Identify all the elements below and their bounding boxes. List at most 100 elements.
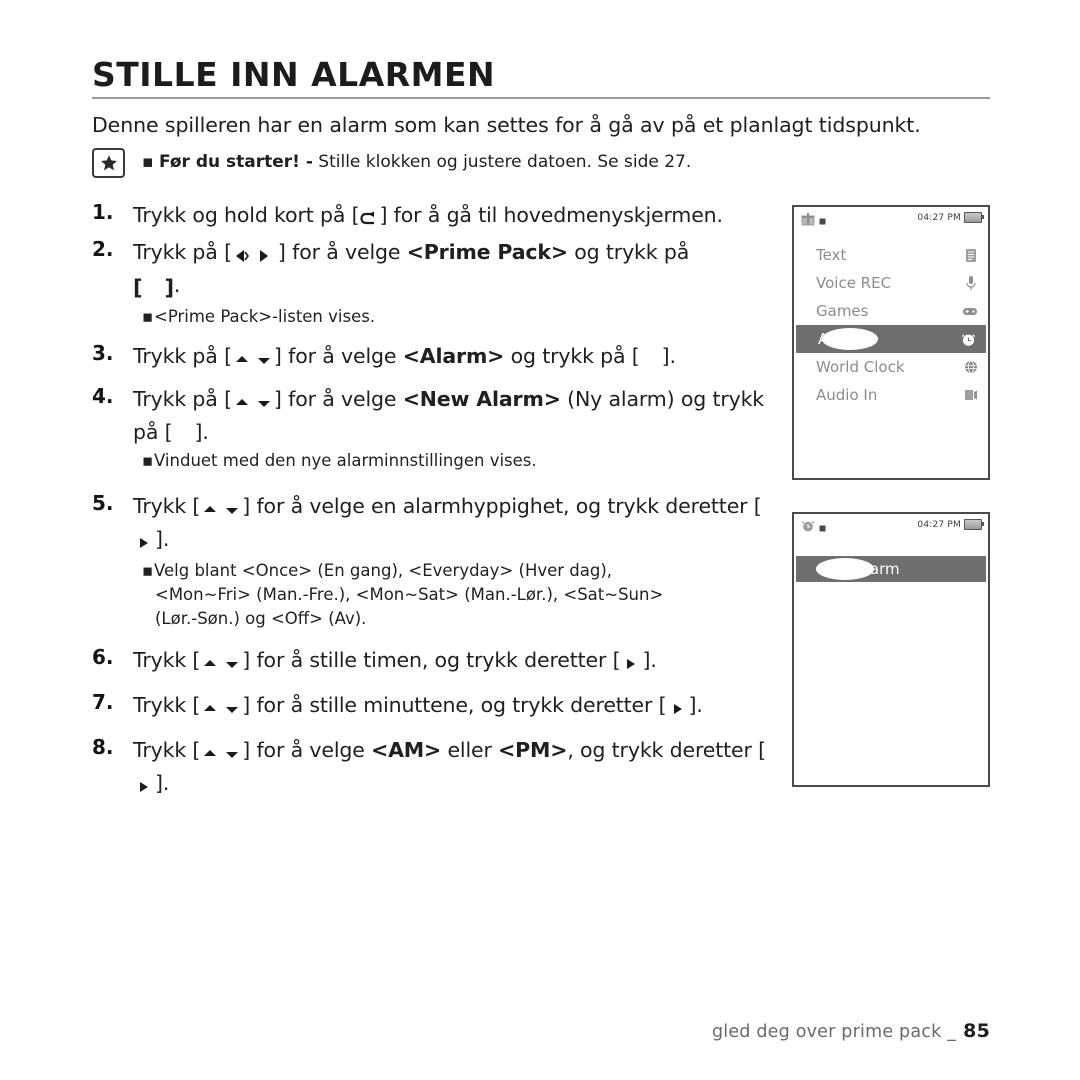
step-7-body: Trykk [ ] for å stille minuttene, og tryk…	[133, 690, 772, 723]
note-rest: Stille klokken og justere datoen. Se sid…	[312, 152, 692, 172]
substep-after-step2: ▪<Prime Pack>-listen vises.	[142, 305, 772, 329]
globe-icon	[960, 360, 978, 374]
prime-pack-icon	[801, 211, 815, 230]
step-4-text-before: Trykk på [	[133, 387, 232, 411]
step-6: 6. Trykk [] for å stille timen, og trykk…	[92, 645, 772, 678]
step-1-number: 1.	[92, 200, 114, 224]
intro-paragraph: Denne spilleren har en alarm som kan set…	[92, 113, 921, 137]
blank-key: []	[133, 276, 174, 300]
step-3-number: 3.	[92, 341, 114, 365]
up-down-icon	[200, 738, 242, 768]
step-8-number: 8.	[92, 735, 114, 759]
menu-item-games[interactable]: Games	[794, 297, 988, 325]
menu-item-audio-in[interactable]: Audio In	[794, 381, 988, 409]
step-1-text-before: Trykk og hold kort på [	[133, 203, 360, 227]
status-time: 04:27 PM	[917, 519, 961, 530]
up-down-icon	[200, 648, 242, 678]
step-5: 5. Trykk [ ] for å velge en alarmhyppighe…	[92, 491, 772, 631]
new-alarm-title-bar: New Alarm	[796, 556, 986, 582]
substep-bullet: ▪	[142, 451, 154, 470]
step-8-body: Trykk [] for å velge <AM> eller <PM>, og…	[133, 735, 772, 801]
substep-bullet: ▪	[142, 307, 154, 326]
step-2-text-before: Trykk på [	[133, 240, 232, 264]
device-screen-new-alarm: 04:27 PM New Alarm	[792, 512, 990, 787]
left-right-icon	[232, 240, 278, 270]
device-screen-menu: 04:27 PM Text Voice REC Games Alarm Worl…	[792, 205, 990, 480]
footer: gled deg over prime pack _ 85	[712, 1020, 990, 1042]
step-2-number: 2.	[92, 237, 114, 261]
note-bullet: ▪	[142, 152, 154, 172]
menu-item-voice-rec[interactable]: Voice REC	[794, 269, 988, 297]
menu-item-label: Voice REC	[816, 274, 892, 292]
title-divider	[92, 97, 990, 99]
step-7-text-before: Trykk [	[133, 693, 201, 717]
note-bold-lead: Før du starter! -	[158, 152, 313, 172]
menu-list: Text Voice REC Games Alarm World Clock A…	[794, 241, 988, 409]
step-6-number: 6.	[92, 645, 114, 669]
step-2: 2. Trykk på [] for å velge <Prime Pack> …	[92, 237, 772, 329]
step-2-body: Trykk på [] for å velge <Prime Pack> og …	[133, 237, 772, 303]
step-8-bold2: <PM>	[498, 738, 568, 762]
menu-item-label: Audio In	[816, 386, 878, 404]
step-1-text-after: ] for å gå til hovedmenyskjermen.	[379, 203, 723, 227]
page-number: 85	[963, 1020, 990, 1042]
menu-item-label: Games	[816, 302, 869, 320]
battery-icon	[964, 519, 984, 530]
step-6-text-before: Trykk [	[133, 648, 201, 672]
step-4-bold: <New Alarm>	[402, 387, 561, 411]
up-down-icon	[232, 387, 274, 417]
step-3: 3. Trykk på [] for å velge <Alarm> og tr…	[92, 341, 772, 374]
step-5-text-before: Trykk [	[133, 494, 201, 518]
right-icon	[133, 527, 155, 557]
menu-item-alarm[interactable]: Alarm	[796, 325, 986, 353]
document-icon	[960, 248, 978, 263]
step-5-text-mid: ] for å velge en alarmhyppighet, og tryk…	[242, 494, 762, 518]
step-3-text-after: og trykk på [	[504, 344, 640, 368]
small-square-icon	[818, 211, 827, 230]
back-arrow-icon	[359, 203, 379, 233]
substep-after-step5-line3: (Lør.-Søn.) og <Off> (Av).	[155, 609, 367, 628]
step-6-text-end: ].	[642, 648, 657, 672]
status-bar: 04:27 PM	[794, 207, 988, 233]
step-3-text-before: Trykk på [	[133, 344, 232, 368]
step-2-bold: <Prime Pack>	[406, 240, 568, 264]
gamepad-icon	[960, 305, 978, 317]
right-icon	[620, 648, 642, 678]
microphone-icon	[960, 275, 978, 291]
menu-item-world-clock[interactable]: World Clock	[794, 353, 988, 381]
step-2-text-mid: ] for å velge	[277, 240, 407, 264]
up-down-icon	[200, 494, 242, 524]
audio-in-icon	[960, 388, 978, 402]
right-icon	[133, 771, 155, 801]
substep-after-step2-text: <Prime Pack>-listen vises.	[154, 307, 376, 326]
substep-after-step5-line1: Velg blant <Once> (En gang), <Everyday> …	[154, 561, 613, 580]
step-2-second-line-after: .	[173, 273, 181, 297]
status-left-icons	[801, 211, 827, 230]
step-8-text-mid: ] for å velge	[242, 738, 372, 762]
step-8-text-before: Trykk [	[133, 738, 201, 762]
substep-after-step4: ▪Vinduet med den nye alarminnstillingen …	[142, 449, 772, 473]
before-you-start-note: ▪ Før du starter! - Stille klokken og ju…	[92, 148, 992, 180]
step-5-number: 5.	[92, 491, 114, 515]
footer-text: gled deg over prime pack _	[711, 1022, 957, 1042]
manual-page: STILLE INN ALARMEN Denne spilleren har e…	[0, 0, 1080, 1080]
step-8-text-after: , og trykk deretter [	[567, 738, 766, 762]
menu-item-text[interactable]: Text	[794, 241, 988, 269]
status-right: 04:27 PM	[917, 212, 984, 223]
step-7: 7. Trykk [] for å stille minuttene, og t…	[92, 690, 772, 723]
up-down-icon	[200, 693, 242, 723]
substep-after-step5: ▪Velg blant <Once> (En gang), <Everyday>…	[142, 559, 772, 583]
step-5-body: Trykk [ ] for å velge en alarmhyppighet, …	[133, 491, 772, 557]
substep-bullet: ▪	[142, 561, 154, 580]
step-3-text-mid: ] for å velge	[273, 344, 403, 368]
note-text: ▪ Før du starter! - Stille klokken og ju…	[142, 152, 691, 172]
step-5-text-end: ].	[155, 527, 170, 551]
status-left-icons	[801, 518, 827, 537]
step-7-text-mid: ] for å stille minuttene, og trykk deret…	[242, 693, 667, 717]
step-6-body: Trykk [] for å stille timen, og trykk de…	[133, 645, 772, 678]
alarm-clock-icon	[801, 518, 815, 537]
step-4-body: Trykk på [] for å velge <New Alarm> (Ny …	[133, 384, 772, 447]
step-8: 8. Trykk [] for å velge <AM> eller <PM>,…	[92, 735, 772, 801]
right-icon	[667, 693, 689, 723]
step-3-body: Trykk på [] for å velge <Alarm> og trykk…	[133, 341, 772, 374]
